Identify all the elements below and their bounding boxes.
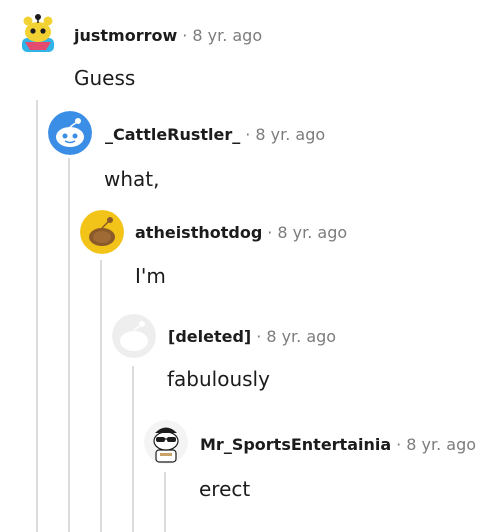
- comment-body: I'm: [135, 264, 166, 288]
- separator-dot: ·: [245, 125, 251, 144]
- thread-line-level-4[interactable]: [132, 366, 134, 532]
- username-link[interactable]: atheisthotdog: [135, 223, 262, 242]
- separator-dot: ·: [256, 327, 262, 346]
- separator-dot: ·: [267, 223, 273, 242]
- timestamp[interactable]: 8 yr. ago: [406, 435, 476, 454]
- comment-body: fabulously: [167, 367, 270, 391]
- username-link[interactable]: _CattleRustler_: [105, 125, 240, 144]
- comment-meta: _CattleRustler_ · 8 yr. ago: [105, 125, 325, 145]
- comment-meta: justmorrow · 8 yr. ago: [74, 26, 262, 46]
- comment-meta: atheisthotdog · 8 yr. ago: [135, 223, 347, 243]
- comment-body: what,: [104, 167, 160, 191]
- snoo-sunglasses-avatar-icon[interactable]: [144, 420, 188, 464]
- thread-line-level-3[interactable]: [100, 260, 102, 532]
- username-link[interactable]: justmorrow: [74, 26, 177, 45]
- thread-line-level-5[interactable]: [164, 472, 166, 532]
- comment-body: Guess: [74, 66, 136, 90]
- deleted-user-avatar-icon[interactable]: [112, 314, 156, 358]
- separator-dot: ·: [396, 435, 402, 454]
- snoo-blue-avatar-icon[interactable]: [48, 111, 92, 155]
- timestamp[interactable]: 8 yr. ago: [277, 223, 347, 242]
- username-link[interactable]: Mr_SportsEntertainia: [200, 435, 391, 454]
- timestamp[interactable]: 8 yr. ago: [255, 125, 325, 144]
- comment-body: erect: [199, 477, 251, 501]
- snoo-gold-avatar-icon[interactable]: [80, 210, 124, 254]
- snoo-yellow-avatar-icon[interactable]: [16, 12, 60, 56]
- thread-line-level-2[interactable]: [68, 158, 70, 532]
- timestamp[interactable]: 8 yr. ago: [266, 327, 336, 346]
- comment-meta: Mr_SportsEntertainia · 8 yr. ago: [200, 435, 476, 455]
- username-link[interactable]: [deleted]: [168, 327, 251, 346]
- comment-meta: [deleted] · 8 yr. ago: [168, 327, 336, 347]
- timestamp[interactable]: 8 yr. ago: [192, 26, 262, 45]
- separator-dot: ·: [182, 26, 188, 45]
- thread-line-level-1[interactable]: [36, 100, 38, 532]
